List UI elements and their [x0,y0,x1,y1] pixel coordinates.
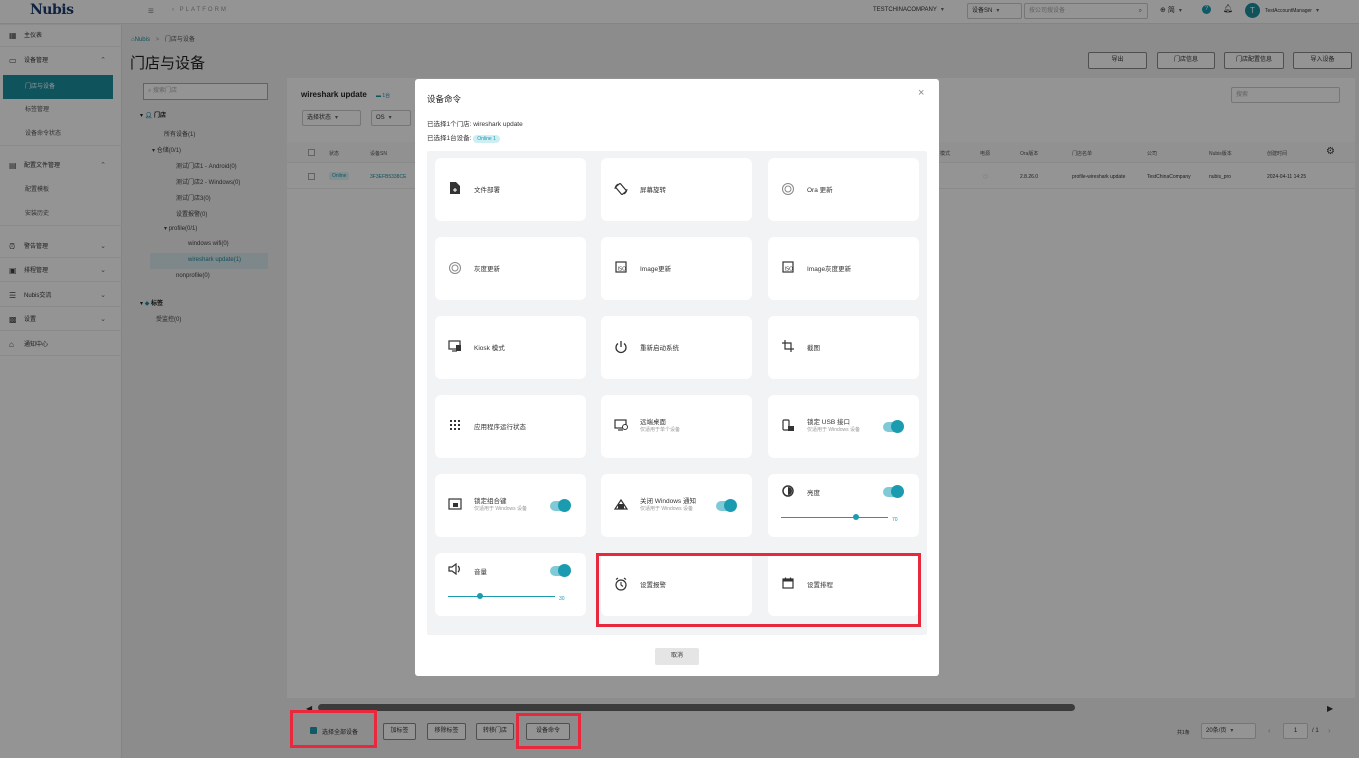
highlight-select-all [290,710,377,748]
image-gray-update-icon: ISO [781,261,795,275]
highlight-device-command [516,713,581,749]
command-card-screen-rotate[interactable]: 屏幕旋转 [601,158,752,221]
command-card-reboot[interactable]: 重新启动系统 [601,316,752,379]
apps-grid-icon [448,419,462,433]
command-card-volume[interactable]: 音量 30 [435,553,586,616]
volume-slider-thumb[interactable] [477,593,483,599]
svg-text:ISO: ISO [785,267,794,273]
gray-update-icon [448,261,462,275]
windows-notify-toggle[interactable] [716,499,737,512]
volume-icon [448,562,462,577]
remote-desktop-icon [614,419,628,433]
screen-rotate-icon [614,182,628,196]
ora-update-icon [781,182,795,196]
brightness-icon [781,484,795,498]
brightness-slider[interactable] [781,517,888,518]
key-lock-icon [448,498,462,512]
image-update-icon: ISO [614,261,628,275]
command-card-key-lock[interactable]: 锁定组合键 仅适用于 Windows 设备 [435,474,586,537]
highlight-alarm-schedule [596,553,921,627]
usb-lock-icon [781,419,795,433]
online-badge: Online 1 [473,135,500,143]
command-card-image-gray-update[interactable]: ISO Image灰度更新 [768,237,919,300]
notification-off-icon [613,498,629,512]
command-card-remote-desktop[interactable]: 远端桌面 仅适用于单个设备 [601,395,752,458]
command-card-image-update[interactable]: ISO Image更新 [601,237,752,300]
cancel-button[interactable]: 取消 [655,648,699,665]
volume-value: 30 [559,596,565,602]
brightness-toggle[interactable] [883,485,904,498]
dialog-title: 设备命令 [427,94,462,104]
brightness-value: 70 [892,517,898,523]
volume-slider[interactable] [448,596,555,597]
crop-icon [781,340,795,354]
file-deploy-icon [448,182,462,196]
selected-store-text: 已选择1个门店: wireshark update [427,121,523,128]
usb-lock-toggle[interactable] [883,420,904,433]
command-card-gray-update[interactable]: 灰度更新 [435,237,586,300]
command-card-windows-notify[interactable]: 关闭 Windows 通知 仅适用于 Windows 设备 [601,474,752,537]
command-card-brightness[interactable]: 亮度 70 [768,474,919,537]
volume-toggle[interactable] [550,564,571,577]
kiosk-icon [448,340,462,354]
brightness-slider-thumb[interactable] [853,514,859,520]
command-card-kiosk[interactable]: Kiosk 模式 [435,316,586,379]
command-card-file-deploy[interactable]: 文件部署 [435,158,586,221]
command-card-usb-lock[interactable]: 锁定 USB 接口 仅适用于 Windows 设备 [768,395,919,458]
close-icon[interactable]: × [918,87,924,99]
command-card-app-status[interactable]: 应用程序运行状态 [435,395,586,458]
command-card-ora-update[interactable]: Ora 更新 [768,158,919,221]
svg-text:ISO: ISO [618,267,627,273]
command-card-screenshot[interactable]: 截图 [768,316,919,379]
power-icon [614,340,628,354]
selected-devices-text: 已选择1台设备: Online 1 [427,132,500,143]
key-lock-toggle[interactable] [550,499,571,512]
